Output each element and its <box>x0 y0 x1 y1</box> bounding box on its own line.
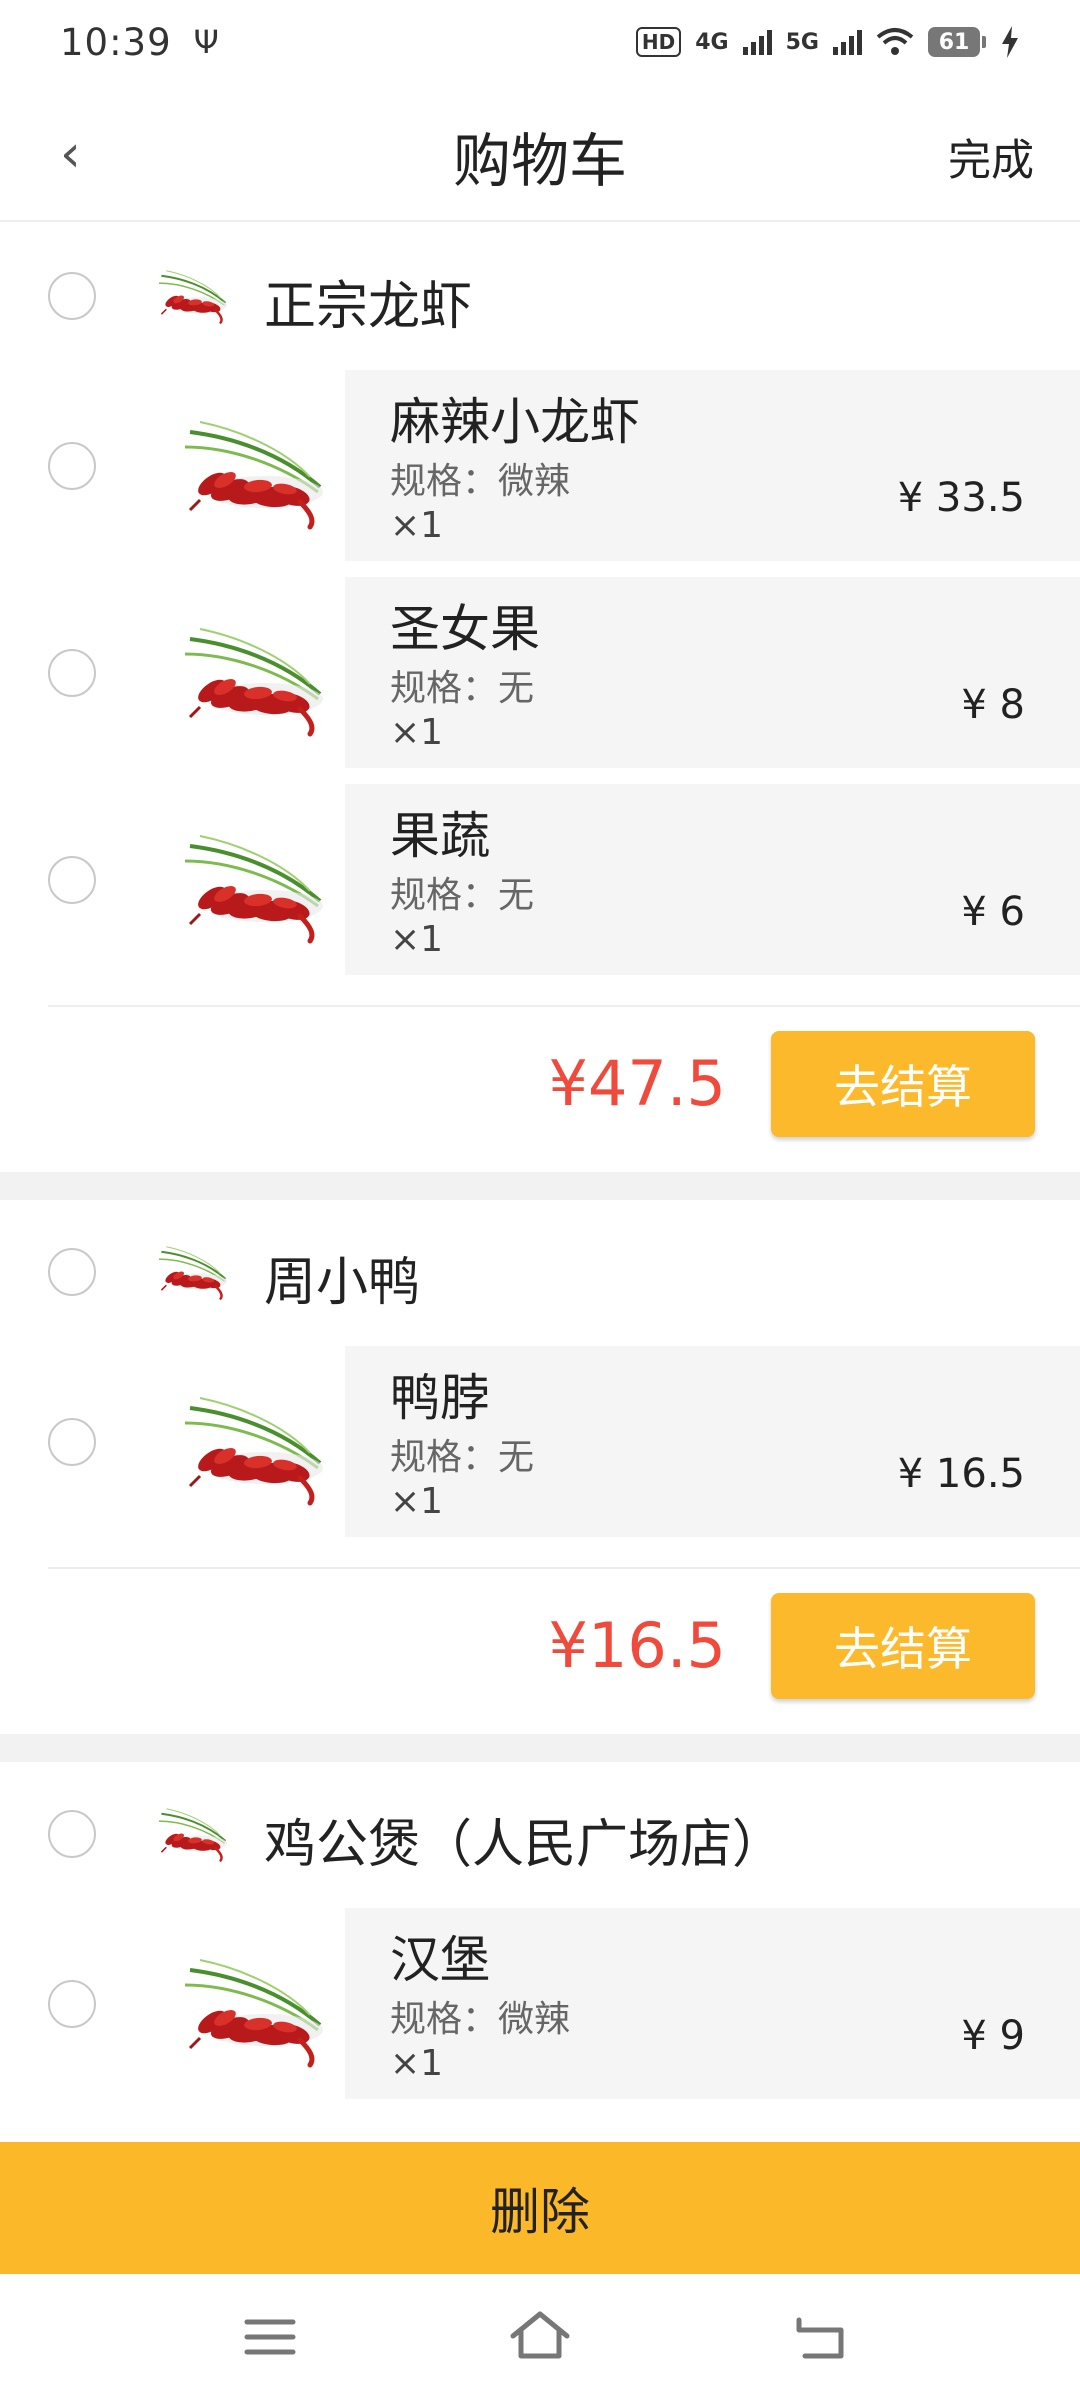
shop-name[interactable]: 鸡公煲（人民广场店） <box>264 1802 784 1877</box>
checkout-button[interactable]: 去结算 <box>771 1593 1035 1699</box>
item-name: 圣女果 <box>390 600 540 658</box>
checkout-button[interactable]: 去结算 <box>771 1031 1035 1137</box>
item-price: ¥ 33.5 <box>897 475 1025 521</box>
shop-footer: ¥16.5 去结算 <box>0 1553 1080 1734</box>
cart-item[interactable]: 圣女果 规格：无 ×1 ¥ 8 <box>0 577 1080 784</box>
shop-header: 鸡公煲（人民广场店） <box>0 1762 1080 1908</box>
item-quantity: ×1 <box>390 919 444 960</box>
menu-icon[interactable] <box>235 2304 305 2370</box>
shop-logo-image <box>150 1232 232 1304</box>
cart-item[interactable]: 汉堡 规格：微辣 ×1 ¥ 9 <box>0 1908 1080 2115</box>
network-4g-label: 4G <box>695 29 729 55</box>
item-price: ¥ 9 <box>961 2013 1025 2059</box>
item-card[interactable]: 圣女果 规格：无 ×1 ¥ 8 <box>345 577 1080 768</box>
item-price: ¥ 8 <box>961 682 1025 728</box>
battery-level: 61 <box>928 27 980 57</box>
cart-item[interactable]: 果蔬 规格：无 ×1 ¥ 6 <box>0 784 1080 991</box>
shop-select-radio[interactable] <box>48 1810 96 1858</box>
divider <box>48 1005 1080 1007</box>
shop-select-radio[interactable] <box>48 1248 96 1296</box>
item-select-radio[interactable] <box>48 1418 96 1466</box>
usb-icon: Ψ <box>193 23 219 61</box>
item-price: ¥ 6 <box>961 889 1025 935</box>
item-quantity: ×1 <box>390 505 444 546</box>
item-card[interactable]: 汉堡 规格：微辣 ×1 ¥ 9 <box>345 1908 1080 2099</box>
item-select-radio[interactable] <box>48 856 96 904</box>
item-spec: 规格：微辣 <box>390 461 571 502</box>
battery-icon: 61 <box>928 27 986 57</box>
shop-total-price: ¥16.5 <box>548 1609 727 1682</box>
network-5g-label: 5G <box>785 29 819 55</box>
item-select-radio[interactable] <box>48 1980 96 2028</box>
status-time: 10:39 <box>60 20 172 64</box>
status-indicators: HD 4G 5G 61 <box>635 26 1020 58</box>
charging-icon <box>1002 26 1018 58</box>
item-spec: 规格：无 <box>390 1437 535 1478</box>
shop-name[interactable]: 周小鸭 <box>264 1240 420 1315</box>
system-nav-bar <box>0 2274 1080 2400</box>
shop-logo-image <box>150 1794 232 1866</box>
shop-section: 鸡公煲（人民广场店） 汉堡 规格：微辣 ×1 ¥ 9 <box>0 1762 1080 2115</box>
shop-section: 周小鸭 鸭脖 规格：无 ×1 ¥ 16.5 ¥16.5 去结算 <box>0 1200 1080 1734</box>
item-quantity: ×1 <box>390 2043 444 2084</box>
item-select-radio[interactable] <box>48 442 96 490</box>
item-quantity: ×1 <box>390 1481 444 1522</box>
delete-button[interactable]: 删除 <box>0 2142 1080 2274</box>
signal-icon <box>833 29 862 55</box>
product-image <box>170 806 330 952</box>
shop-name[interactable]: 正宗龙虾 <box>264 264 472 339</box>
item-name: 果蔬 <box>390 807 490 865</box>
product-image <box>170 599 330 745</box>
item-name: 鸭脖 <box>390 1369 490 1427</box>
item-card[interactable]: 果蔬 规格：无 ×1 ¥ 6 <box>345 784 1080 975</box>
item-name: 汉堡 <box>390 1931 490 1989</box>
shop-header: 周小鸭 <box>0 1200 1080 1346</box>
item-price: ¥ 16.5 <box>897 1451 1025 1497</box>
cart-item[interactable]: 鸭脖 规格：无 ×1 ¥ 16.5 <box>0 1346 1080 1553</box>
item-name: 麻辣小龙虾 <box>390 393 640 451</box>
product-image <box>170 392 330 538</box>
hd-icon: HD <box>635 27 682 57</box>
wifi-icon <box>876 28 914 55</box>
item-quantity: ×1 <box>390 712 444 753</box>
item-select-radio[interactable] <box>48 649 96 697</box>
product-image <box>170 1930 330 2076</box>
item-spec: 规格：无 <box>390 875 535 916</box>
section-gap <box>0 1734 1080 1762</box>
product-image <box>170 1368 330 1514</box>
shop-total-price: ¥47.5 <box>548 1047 727 1120</box>
signal-icon <box>742 29 772 55</box>
item-card[interactable]: 麻辣小龙虾 规格：微辣 ×1 ¥ 33.5 <box>345 370 1080 561</box>
cart-list[interactable]: 正宗龙虾 麻辣小龙虾 规格：微辣 ×1 ¥ 33.5 圣女果 规格：无 ×1 ¥… <box>0 224 1080 2142</box>
shop-section: 正宗龙虾 麻辣小龙虾 规格：微辣 ×1 ¥ 33.5 圣女果 规格：无 ×1 ¥… <box>0 224 1080 1172</box>
done-button[interactable]: 完成 <box>948 126 1034 188</box>
nav-header: ‹ 购物车 完成 <box>0 84 1080 222</box>
shop-logo-image <box>150 256 232 328</box>
back-nav-icon[interactable] <box>785 2304 855 2370</box>
cart-item[interactable]: 麻辣小龙虾 规格：微辣 ×1 ¥ 33.5 <box>0 370 1080 577</box>
shop-footer: ¥47.5 去结算 <box>0 991 1080 1172</box>
item-card[interactable]: 鸭脖 规格：无 ×1 ¥ 16.5 <box>345 1346 1080 1537</box>
shop-select-radio[interactable] <box>48 272 96 320</box>
status-bar: 10:39 Ψ HD 4G 5G 61 <box>0 0 1080 84</box>
page-title: 购物车 <box>452 127 627 195</box>
divider <box>48 1567 1080 1569</box>
item-spec: 规格：微辣 <box>390 1999 571 2040</box>
section-gap <box>0 1172 1080 1200</box>
item-spec: 规格：无 <box>390 668 535 709</box>
shop-header: 正宗龙虾 <box>0 224 1080 370</box>
home-icon[interactable] <box>505 2304 575 2370</box>
